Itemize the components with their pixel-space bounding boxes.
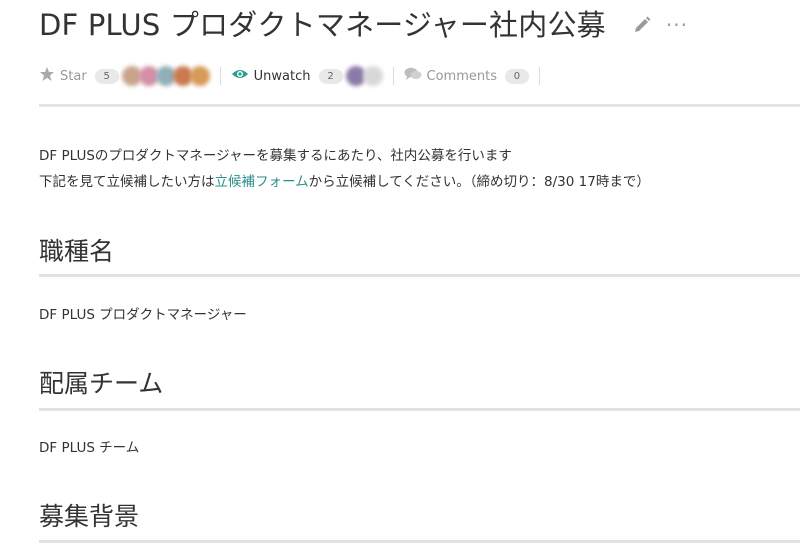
unwatch-label: Unwatch	[253, 68, 311, 84]
intro-line-2: 下記を見て立候補したい方は立候補フォームから立候補してください。（締め切り：8/…	[39, 169, 650, 195]
intro-text: DF PLUSのプロダクトマネージャーを募集するにあたり、社内公募を行います 下…	[39, 143, 650, 195]
intro-line-2-prefix: 下記を見て立候補したい方は	[39, 174, 215, 190]
meta-divider	[538, 67, 540, 85]
header-divider	[39, 104, 800, 107]
intro-line-1: DF PLUSのプロダクトマネージャーを募集するにあたり、社内公募を行います	[39, 148, 512, 164]
star-button[interactable]: Star 5	[39, 66, 119, 86]
more-options-icon[interactable]: ···	[666, 15, 688, 35]
section-heading-background: 募集背景	[39, 502, 140, 531]
eye-icon	[231, 67, 249, 85]
comments-label: Comments	[426, 68, 497, 84]
watch-avatars	[345, 66, 383, 86]
star-icon	[39, 66, 55, 86]
meta-divider	[392, 67, 394, 85]
comments-icon	[404, 67, 422, 85]
section-heading-job-title: 職種名	[39, 237, 115, 266]
meta-divider	[219, 67, 221, 85]
avatar[interactable]	[189, 66, 210, 86]
avatar[interactable]	[362, 66, 383, 86]
section-body-job-title: DF PLUS プロダクトマネージャー	[39, 307, 247, 323]
comments-button[interactable]: Comments 0	[404, 67, 529, 85]
watch-count-badge: 2	[318, 68, 343, 84]
pencil-icon[interactable]	[632, 15, 652, 35]
intro-line-2-suffix: から立候補してください。（締め切り：8/30 17時まで）	[308, 174, 650, 190]
comments-count-badge: 0	[504, 68, 529, 84]
star-avatars	[121, 66, 210, 86]
page-title: DF PLUS プロダクトマネージャー社内公募	[39, 8, 606, 42]
title-row: DF PLUS プロダクトマネージャー社内公募 ···	[39, 4, 688, 46]
candidate-form-link[interactable]: 立候補フォーム	[215, 174, 309, 190]
section-divider	[39, 274, 800, 277]
section-heading-team: 配属チーム	[39, 369, 164, 398]
section-divider	[39, 408, 800, 411]
unwatch-button[interactable]: Unwatch 2	[231, 67, 343, 85]
section-body-team: DF PLUS チーム	[39, 440, 140, 456]
star-count-badge: 5	[94, 68, 119, 84]
meta-row: Star 5 Unwatch 2 Comments 0	[39, 63, 550, 89]
star-label: Star	[60, 68, 87, 84]
